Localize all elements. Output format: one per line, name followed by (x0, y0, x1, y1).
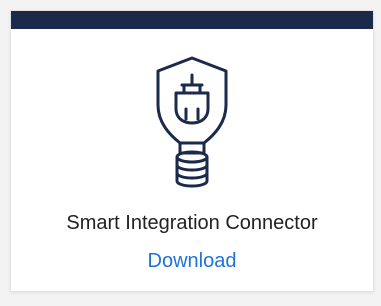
card-top-bar (11, 11, 373, 29)
connector-plug-icon (152, 53, 232, 203)
integration-card: Smart Integration Connector Download (10, 10, 374, 292)
card-title: Smart Integration Connector (66, 212, 318, 234)
download-link[interactable]: Download (11, 249, 373, 273)
